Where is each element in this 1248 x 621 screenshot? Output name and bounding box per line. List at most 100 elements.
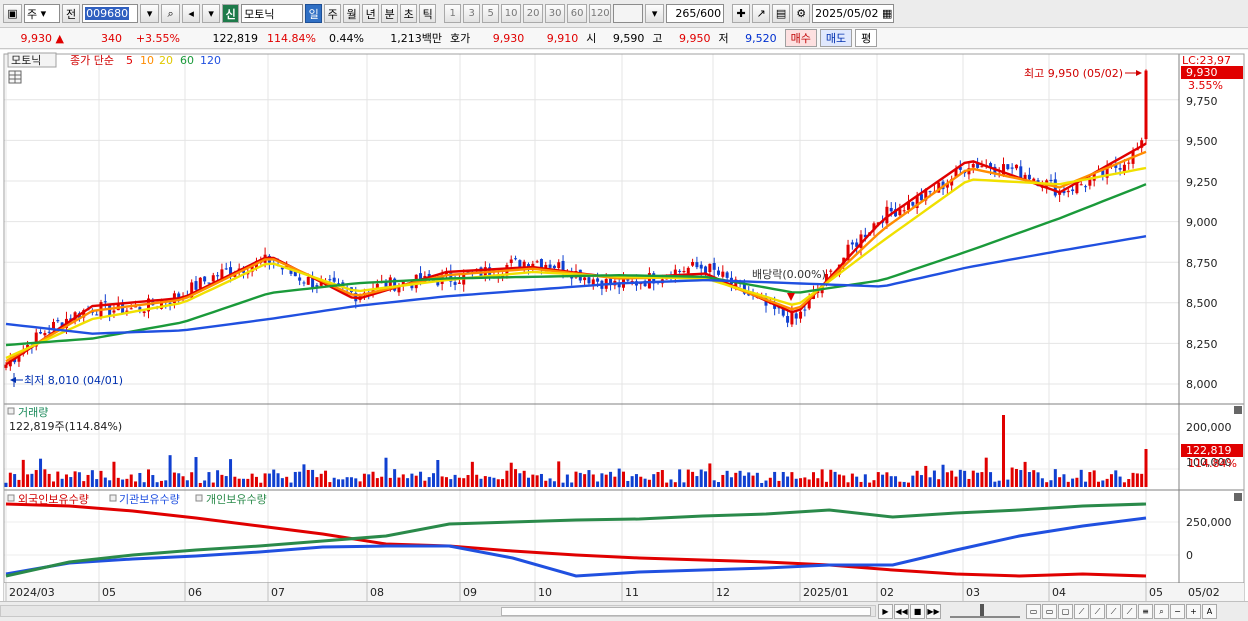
stock-name-field[interactable]: 모토닉 <box>241 4 304 23</box>
volume-bar-4 <box>21 459 25 487</box>
volume-bar-121 <box>527 477 530 487</box>
horizontal-scrollbar[interactable] <box>0 605 876 617</box>
candle-body-135 <box>587 277 591 284</box>
volume-bar-35 <box>155 482 159 487</box>
stop-icon[interactable]: ■ <box>910 604 925 619</box>
candle-body-29 <box>129 308 133 310</box>
candle-body-258 <box>1118 168 1122 170</box>
period-second[interactable]: 초 <box>400 4 418 23</box>
volume-bar-24 <box>108 480 112 487</box>
candle-body-76 <box>332 277 336 282</box>
compare-icon[interactable]: ▭ <box>1026 604 1041 619</box>
volume-bar-76 <box>332 477 336 487</box>
date-input[interactable]: 2025/05/02 ▦ <box>812 4 895 23</box>
volume-bar-67 <box>293 471 297 487</box>
text-tool-icon[interactable]: ≡ <box>1138 604 1153 619</box>
zoom-in-icon[interactable]: + <box>1186 604 1201 619</box>
fast-forward-icon[interactable]: ▶▶ <box>926 604 941 619</box>
zoom-out-icon[interactable]: − <box>1170 604 1185 619</box>
volume-bar-237 <box>1027 472 1031 487</box>
interval-5[interactable]: 5 <box>482 4 500 23</box>
zoom-slider[interactable] <box>950 604 1020 618</box>
x-label-last: 05/02 <box>1188 586 1220 599</box>
volume-bar-238 <box>1032 470 1036 487</box>
volume-bar-162 <box>704 471 708 487</box>
eval-button[interactable]: 평 <box>855 29 878 47</box>
buy-button[interactable]: 매수 <box>784 29 817 47</box>
volume-bar-89 <box>388 477 392 487</box>
market-select[interactable]: 주 ▾ <box>24 4 60 23</box>
volume-bar-126 <box>548 478 552 487</box>
zoom-icon[interactable]: ⌕ <box>1154 604 1169 619</box>
holders-panel-close-icon[interactable] <box>1234 493 1242 501</box>
candle-body-234 <box>1014 164 1018 169</box>
volume-bar-233 <box>1010 467 1014 487</box>
volume-panel-close-icon[interactable] <box>1234 406 1242 414</box>
overlay-icon[interactable]: ▭ <box>1042 604 1057 619</box>
save-icon[interactable]: ▤ <box>772 4 791 23</box>
chart-area[interactable]: LC:23,97 9,930 3.55% 9,750 9,500 9,250 9… <box>0 50 1248 602</box>
legend-ma120: 120 <box>200 54 221 67</box>
market-select-value: 주 <box>27 7 38 21</box>
trend-tool-icon[interactable]: ⟋ <box>1074 604 1089 619</box>
sell-button[interactable]: 매도 <box>819 29 853 47</box>
ask-label: 호가 <box>450 32 471 45</box>
interval-1[interactable]: 1 <box>444 4 462 23</box>
volume-bar-212 <box>919 475 923 487</box>
volume-bar-115 <box>501 479 505 487</box>
window-menu-icon[interactable]: ▣ <box>3 4 22 23</box>
interval-120[interactable]: 120 <box>589 4 612 23</box>
volume-bar-137 <box>596 481 600 487</box>
open-price: 9,590 <box>612 31 645 45</box>
open-label: 시 <box>586 32 597 45</box>
count-max: /600 <box>696 7 722 20</box>
volume-bar-174 <box>755 472 759 487</box>
count-field[interactable]: 265/600 <box>666 4 725 23</box>
search-icon[interactable]: ⌕ <box>161 4 181 23</box>
prev-button[interactable]: 전 <box>62 4 81 23</box>
crosshair-icon[interactable]: ✚ <box>732 4 751 23</box>
high-label: 고 <box>652 32 663 45</box>
interval-custom-input[interactable] <box>613 4 644 23</box>
volume-bar-125 <box>544 480 548 487</box>
interval-30[interactable]: 30 <box>545 4 566 23</box>
interval-10[interactable]: 10 <box>501 4 522 23</box>
volume-value: 122,819 <box>212 31 259 45</box>
scroll-thumb[interactable] <box>501 607 871 616</box>
volume-bar-149 <box>647 479 651 487</box>
code-dropdown-icon[interactable]: ▾ <box>140 4 160 23</box>
channel-tool-icon[interactable]: ⟋ <box>1090 604 1105 619</box>
period-tick[interactable]: 틱 <box>419 4 437 23</box>
period-minute[interactable]: 분 <box>381 4 399 23</box>
speaker-dropdown-icon[interactable]: ▾ <box>202 4 221 23</box>
volume-bar-31 <box>138 472 142 487</box>
volume-bar-229 <box>993 481 997 487</box>
copy-icon[interactable]: ▢ <box>1058 604 1073 619</box>
draw-tool-icon[interactable]: ↗ <box>752 4 771 23</box>
volume-bar-114 <box>496 479 500 487</box>
period-day[interactable]: 일 <box>305 4 323 23</box>
period-year[interactable]: 년 <box>362 4 380 23</box>
period-month[interactable]: 월 <box>343 4 361 23</box>
volume-bar-160 <box>695 476 699 487</box>
interval-20[interactable]: 20 <box>523 4 544 23</box>
volume-bar-148 <box>643 478 647 487</box>
interval-3[interactable]: 3 <box>463 4 481 23</box>
scroll-right-icon[interactable]: ▶ <box>878 604 893 619</box>
delete-tool-icon[interactable]: ⟋ <box>1122 604 1137 619</box>
interval-60[interactable]: 60 <box>567 4 588 23</box>
volume-bar-153 <box>665 482 669 487</box>
price-tick-8000: 8,000 <box>1186 378 1218 391</box>
volume-bar-176 <box>764 480 768 487</box>
volume-bar-159 <box>691 471 695 487</box>
rewind-icon[interactable]: ◀◀ <box>894 604 909 619</box>
settings-gear-icon[interactable]: ⚙ <box>792 4 811 23</box>
volume-bar-258 <box>1118 476 1122 487</box>
volume-bar-147 <box>639 476 643 487</box>
speaker-icon[interactable]: ◂ <box>182 4 201 23</box>
stock-code-input[interactable]: 009680 <box>82 4 139 23</box>
fib-tool-icon[interactable]: ⟋ <box>1106 604 1121 619</box>
period-week[interactable]: 주 <box>324 4 342 23</box>
interval-dropdown-icon[interactable]: ▾ <box>645 4 665 23</box>
font-size-icon[interactable]: A <box>1202 604 1217 619</box>
